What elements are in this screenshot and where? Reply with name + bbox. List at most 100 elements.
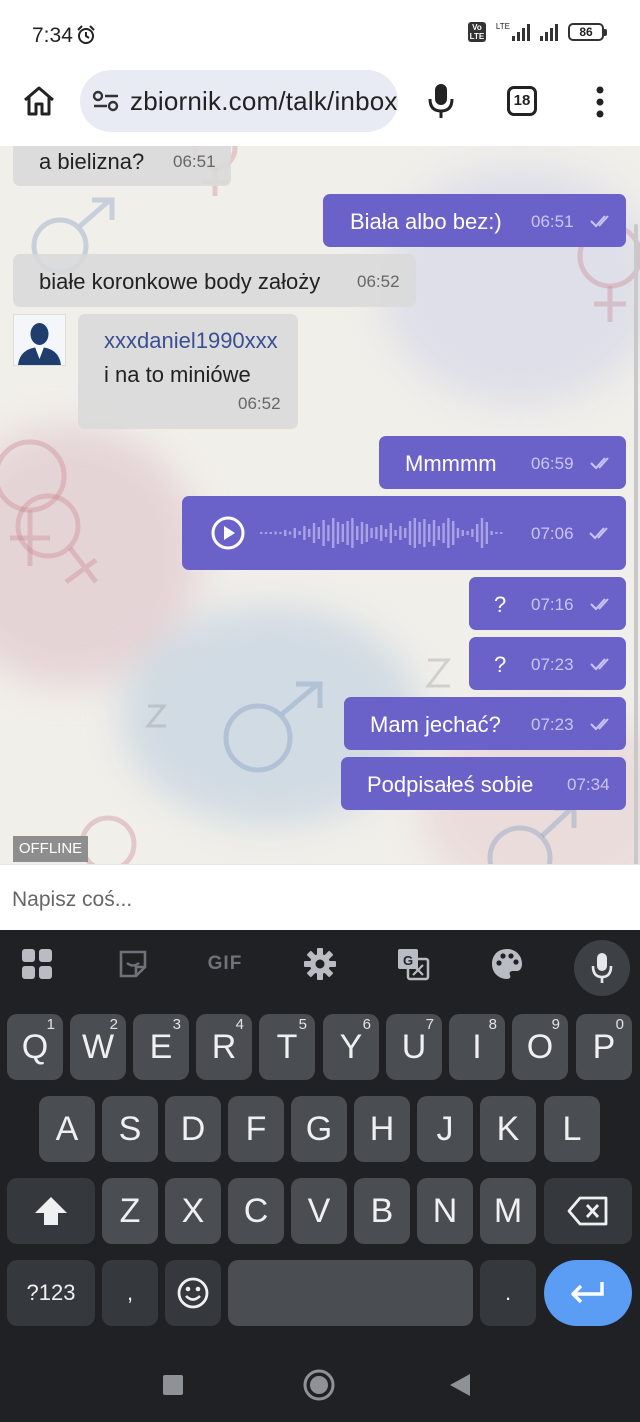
key-z[interactable]: Z [102, 1178, 158, 1244]
message-input[interactable] [12, 885, 612, 915]
waveform-bar [327, 525, 330, 541]
outgoing-message[interactable]: ? 07:23 [469, 637, 626, 690]
key-p[interactable]: P0 [576, 1014, 632, 1080]
read-receipt-icon [590, 598, 609, 611]
recents-icon[interactable] [162, 1374, 184, 1396]
voice-message[interactable]: 07:06 [182, 496, 626, 570]
voice-input-button[interactable] [574, 940, 630, 996]
message-time: 06:52 [238, 394, 281, 413]
enter-key[interactable] [544, 1260, 632, 1326]
microphone-icon[interactable] [428, 83, 454, 119]
key-f[interactable]: F [228, 1096, 284, 1162]
home-nav-icon[interactable] [302, 1368, 336, 1402]
message-time: 07:06 [531, 524, 574, 543]
key-j[interactable]: J [417, 1096, 473, 1162]
space-key[interactable] [228, 1260, 473, 1326]
message-composer [0, 864, 640, 930]
back-icon[interactable] [448, 1372, 472, 1398]
key-h[interactable]: H [354, 1096, 410, 1162]
message-text: a bielizna? [39, 149, 145, 174]
key-l[interactable]: L [544, 1096, 600, 1162]
backspace-key[interactable] [544, 1178, 632, 1244]
address-bar[interactable]: zbiornik.com/talk/inbox [80, 70, 398, 132]
waveform-bar [490, 531, 493, 535]
play-icon[interactable] [210, 515, 246, 551]
home-icon[interactable] [22, 85, 56, 117]
key-o[interactable]: O9 [512, 1014, 568, 1080]
waveform-bar [399, 526, 402, 540]
outgoing-message[interactable]: ? 07:16 [469, 577, 626, 630]
waveform-bar [308, 529, 311, 537]
outgoing-message[interactable]: Podpisałeś sobie 07:34 [341, 757, 626, 810]
waveform-bar [341, 524, 344, 542]
waveform-bar [303, 526, 306, 540]
tab-switcher-button[interactable]: 18 [507, 86, 537, 116]
key-v[interactable]: V [291, 1178, 347, 1244]
key-u[interactable]: U7 [386, 1014, 442, 1080]
message-text: i na to miniówe [104, 362, 251, 387]
audio-waveform[interactable] [260, 510, 506, 556]
theme-palette-icon[interactable] [484, 944, 530, 984]
message-text: białe koronkowe body założy [39, 269, 321, 294]
key-m[interactable]: M [480, 1178, 536, 1244]
settings-gear-icon[interactable] [297, 944, 343, 984]
message-text: Mam jechać? [370, 712, 501, 737]
key-g[interactable]: G [291, 1096, 347, 1162]
outgoing-message[interactable]: Biała albo bez:) 06:51 [323, 194, 626, 247]
gif-icon[interactable]: GIF [202, 944, 248, 984]
apps-grid-icon[interactable] [14, 944, 60, 984]
overflow-menu-icon[interactable] [594, 86, 606, 118]
key-w[interactable]: W2 [70, 1014, 126, 1080]
message-text: Mmmmm [405, 451, 497, 476]
key-q[interactable]: Q1 [7, 1014, 63, 1080]
waveform-bar [274, 531, 277, 535]
key-x[interactable]: X [165, 1178, 221, 1244]
shift-key[interactable] [7, 1178, 95, 1244]
waveform-bar [394, 530, 397, 536]
incoming-message[interactable]: białe koronkowe body założy 06:52 [13, 254, 416, 307]
emoji-key[interactable] [165, 1260, 221, 1326]
waveform-bar [288, 531, 292, 535]
symbols-key[interactable]: ?123 [7, 1260, 95, 1326]
key-e[interactable]: E3 [133, 1014, 189, 1080]
chat-thread[interactable]: a bielizna? 06:51 Biała albo bez:) 06:51… [0, 146, 640, 864]
translate-icon[interactable]: G [390, 944, 436, 984]
key-y[interactable]: Y6 [323, 1014, 379, 1080]
key-s[interactable]: S [102, 1096, 158, 1162]
waveform-bar [312, 523, 316, 543]
key-c[interactable]: C [228, 1178, 284, 1244]
key-n[interactable]: N [417, 1178, 473, 1244]
key-d[interactable]: D [165, 1096, 221, 1162]
waveform-bar [322, 520, 325, 546]
message-time: 06:51 [531, 212, 574, 231]
waveform-bar [413, 518, 416, 548]
key-r[interactable]: R4 [196, 1014, 252, 1080]
comma-key[interactable]: , [102, 1260, 158, 1326]
waveform-bar [260, 532, 263, 534]
key-b[interactable]: B [354, 1178, 410, 1244]
waveform-bar [442, 523, 445, 543]
key-t[interactable]: T5 [259, 1014, 315, 1080]
message-sender[interactable]: xxxdaniel1990xxx [104, 328, 278, 354]
lte-signal-icon: LTE [496, 23, 530, 41]
read-receipt-icon [589, 527, 608, 540]
sticker-icon[interactable] [110, 944, 156, 984]
incoming-message[interactable]: xxxdaniel1990xxx i na to miniówe 06:52 [78, 314, 298, 429]
volte-icon: Vo LTE [467, 22, 486, 42]
read-receipt-icon [590, 658, 609, 671]
url-text: zbiornik.com/talk/inbox [130, 86, 398, 116]
incoming-message[interactable]: a bielizna? 06:51 [13, 146, 231, 186]
key-a[interactable]: A [39, 1096, 95, 1162]
waveform-bar [404, 528, 407, 538]
avatar[interactable] [13, 314, 66, 366]
period-key[interactable]: . [480, 1260, 536, 1326]
waveform-bar [485, 522, 488, 544]
key-k[interactable]: K [480, 1096, 536, 1162]
outgoing-message[interactable]: Mmmmm 06:59 [379, 436, 626, 489]
key-i[interactable]: I8 [449, 1014, 505, 1080]
waveform-bar [336, 522, 340, 544]
site-settings-icon[interactable] [92, 90, 120, 112]
chat-scrollbar[interactable] [634, 224, 638, 864]
outgoing-message[interactable]: Mam jechać? 07:23 [344, 697, 626, 750]
waveform-bar [365, 524, 368, 542]
